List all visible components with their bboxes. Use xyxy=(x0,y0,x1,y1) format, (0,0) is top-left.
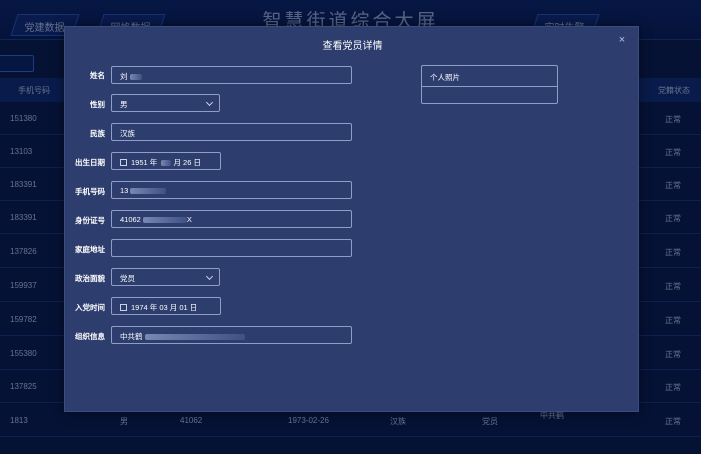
photo-panel: 个人照片 xyxy=(421,65,558,104)
calendar-icon xyxy=(120,304,127,311)
name-label: 姓名 xyxy=(90,71,105,80)
ethnicity-field[interactable]: 汉族 xyxy=(111,123,352,141)
address-field[interactable] xyxy=(111,239,352,257)
member-detail-modal: 查看党员详情 × 姓名 刘 性别 男 民族 汉族 出生日期 1951 年 月 2… xyxy=(64,26,639,412)
calendar-icon xyxy=(120,159,127,166)
phone-field[interactable]: 13 xyxy=(111,181,352,199)
address-label: 家庭地址 xyxy=(75,245,105,254)
org-label: 组织信息 xyxy=(75,332,105,341)
joined-label: 入党时间 xyxy=(75,303,105,312)
political-label: 政治面貌 xyxy=(75,274,105,283)
idcard-value: 41062 xyxy=(120,215,141,224)
name-value: 刘 xyxy=(120,72,128,81)
joined-value: 1974 年 03 月 01 日 xyxy=(131,303,198,312)
birth-date-picker[interactable]: 1951 年 月 26 日 xyxy=(111,152,221,170)
close-icon[interactable]: × xyxy=(616,34,628,46)
ethnicity-value: 汉族 xyxy=(120,129,135,138)
idcard-field[interactable]: 41062 X xyxy=(111,210,352,228)
birth-label: 出生日期 xyxy=(75,158,105,167)
idcard-value-rest: X xyxy=(186,215,192,224)
birth-value: 1951 年 xyxy=(131,158,160,167)
birth-value-rest: 月 26 日 xyxy=(171,158,201,167)
phone-value: 13 xyxy=(120,186,129,195)
joined-date-picker[interactable]: 1974 年 03 月 01 日 xyxy=(111,297,221,315)
org-value: 中共鹤 xyxy=(120,332,143,341)
gender-select[interactable]: 男 xyxy=(111,94,220,112)
political-value: 党员 xyxy=(120,274,135,283)
political-select[interactable]: 党员 xyxy=(111,268,220,286)
ethnicity-label: 民族 xyxy=(90,129,105,138)
phone-label: 手机号码 xyxy=(75,187,105,196)
modal-title: 查看党员详情 xyxy=(322,41,383,52)
gender-label: 性别 xyxy=(90,100,105,109)
photo-label: 个人照片 xyxy=(422,66,557,87)
org-field[interactable]: 中共鹤 xyxy=(111,326,352,344)
gender-value: 男 xyxy=(120,100,128,109)
chevron-down-icon xyxy=(205,272,214,281)
name-field[interactable]: 刘 xyxy=(111,66,352,84)
idcard-label: 身份证号 xyxy=(75,216,105,225)
chevron-down-icon xyxy=(205,98,214,107)
